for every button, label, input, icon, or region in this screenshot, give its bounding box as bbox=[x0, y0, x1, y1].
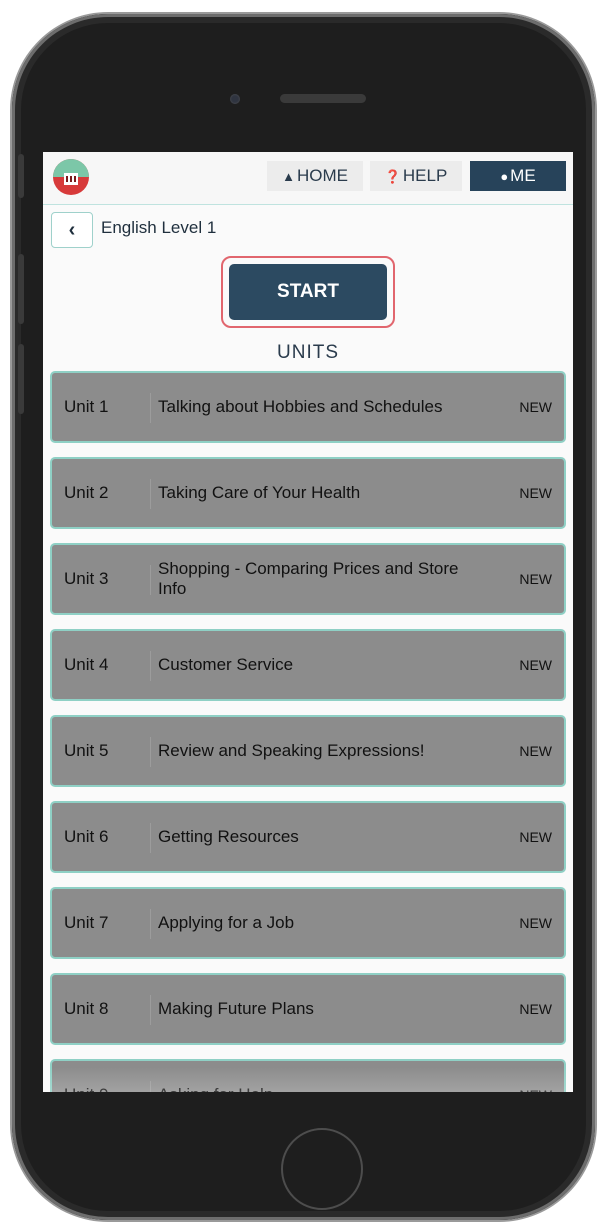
unit-title: Making Future Plans bbox=[158, 999, 314, 1018]
unit-number: Unit 4 bbox=[64, 655, 109, 674]
unit-divider bbox=[150, 995, 151, 1025]
unit-title: Review and Speaking Expressions! bbox=[158, 741, 425, 760]
unit-number: Unit 2 bbox=[64, 483, 109, 502]
unit-title: Talking about Hobbies and Schedules bbox=[158, 397, 443, 416]
phone-home-button[interactable] bbox=[281, 1128, 363, 1210]
unit-title: Shopping - Comparing Prices and Store In… bbox=[158, 559, 459, 598]
unit-item[interactable]: Unit 1 Talking about Hobbies and Schedul… bbox=[50, 371, 566, 443]
chevron-left-icon: ‹ bbox=[68, 219, 76, 241]
unit-title: Customer Service bbox=[158, 655, 294, 674]
unit-new-badge: NEW bbox=[519, 915, 552, 931]
unit-number: Unit 7 bbox=[64, 913, 109, 932]
unit-list: Unit 1 Talking about Hobbies and Schedul… bbox=[50, 371, 566, 1092]
help-circle-icon: ❓ bbox=[384, 169, 401, 184]
unit-title: Taking Care of Your Health bbox=[158, 483, 361, 502]
nav-help-button[interactable]: ❓ HELP bbox=[370, 161, 462, 191]
user-icon: ● bbox=[500, 169, 509, 184]
nav-me-label: ME bbox=[510, 166, 536, 185]
unit-new-badge: NEW bbox=[519, 399, 552, 415]
unit-item[interactable]: Unit 7 Applying for a Job NEW bbox=[50, 887, 566, 959]
unit-item[interactable]: Unit 8 Making Future Plans NEW bbox=[50, 973, 566, 1045]
nav-me-button[interactable]: ● ME bbox=[470, 161, 566, 191]
start-button[interactable]: START bbox=[229, 264, 387, 320]
unit-divider bbox=[150, 393, 151, 423]
camera-icon bbox=[230, 94, 240, 104]
unit-new-badge: NEW bbox=[519, 657, 552, 673]
unit-number: Unit 1 bbox=[64, 397, 109, 416]
top-nav-bar: ▲ HOME ❓ HELP ● ME bbox=[43, 152, 573, 205]
unit-item[interactable]: Unit 4 Customer Service NEW bbox=[50, 629, 566, 701]
unit-item[interactable]: Unit 2 Taking Care of Your Health NEW bbox=[50, 457, 566, 529]
unit-number: Unit 3 bbox=[64, 569, 109, 588]
unit-item[interactable]: Unit 3 Shopping - Comparing Prices and S… bbox=[50, 543, 566, 615]
unit-title: Getting Resources bbox=[158, 827, 299, 846]
units-heading: UNITS bbox=[277, 342, 339, 363]
unit-divider bbox=[150, 823, 151, 853]
unit-new-badge: NEW bbox=[519, 485, 552, 501]
nav-home-button[interactable]: ▲ HOME bbox=[267, 161, 363, 191]
volume-down-button bbox=[18, 344, 24, 414]
nav-help-label: HELP bbox=[402, 166, 448, 185]
unit-number: Unit 5 bbox=[64, 741, 109, 760]
unit-divider bbox=[150, 479, 151, 509]
unit-divider bbox=[150, 909, 151, 939]
unit-divider bbox=[150, 737, 151, 767]
mute-switch bbox=[18, 154, 24, 198]
unit-divider bbox=[150, 651, 151, 681]
nav-home-label: HOME bbox=[296, 166, 348, 185]
unit-divider bbox=[150, 565, 151, 595]
home-icon: ▲ bbox=[282, 169, 295, 184]
unit-new-badge: NEW bbox=[519, 743, 552, 759]
app-screen: ▲ HOME ❓ HELP ● ME ‹ English Level 1 START … bbox=[43, 152, 573, 1092]
app-logo[interactable] bbox=[53, 159, 89, 195]
unit-new-badge: NEW bbox=[519, 571, 552, 587]
unit-title: Applying for a Job bbox=[158, 913, 295, 932]
unit-item[interactable]: Unit 5 Review and Speaking Expressions! … bbox=[50, 715, 566, 787]
course-title: English Level 1 bbox=[101, 218, 217, 237]
unit-new-badge: NEW bbox=[519, 1001, 552, 1017]
unit-number: Unit 6 bbox=[64, 827, 109, 846]
unit-new-badge: NEW bbox=[519, 829, 552, 845]
speaker-grille bbox=[280, 94, 366, 103]
unit-item[interactable]: Unit 6 Getting Resources NEW bbox=[50, 801, 566, 873]
scroll-fade bbox=[43, 1067, 573, 1092]
back-button[interactable]: ‹ bbox=[51, 212, 93, 248]
volume-up-button bbox=[18, 254, 24, 324]
unit-number: Unit 8 bbox=[64, 999, 109, 1018]
